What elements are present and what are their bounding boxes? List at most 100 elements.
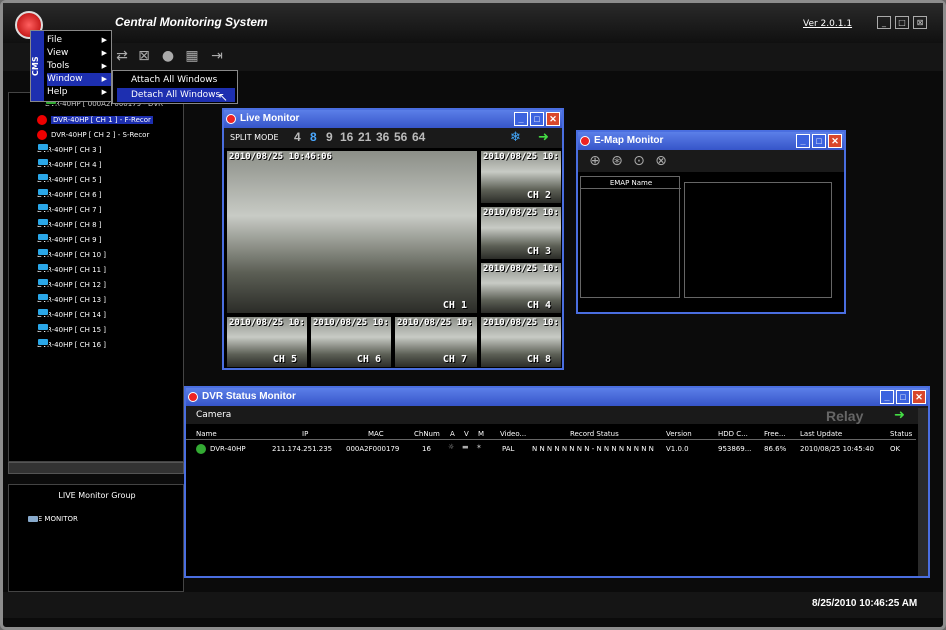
- split-mode-9[interactable]: 9: [326, 130, 333, 144]
- maximize-button[interactable]: □: [895, 16, 909, 29]
- tree-item-ch-8[interactable]: DVR-40HP [ CH 8 ]: [37, 218, 102, 232]
- dvr-status-titlebar[interactable]: DVR Status Monitor _ □ ✕: [186, 388, 928, 406]
- maximize-button[interactable]: □: [530, 112, 544, 126]
- submenu-arrow-icon: ▶: [101, 62, 107, 70]
- live-monitor-titlebar[interactable]: Live Monitor _ □ ✕: [224, 110, 562, 128]
- dvr-vscrollbar[interactable]: [918, 408, 928, 576]
- tree-item-ch-11[interactable]: DVR-40HP [ CH 11 ]: [37, 263, 106, 277]
- exit-icon[interactable]: ⇥: [208, 47, 226, 65]
- minimize-button[interactable]: _: [514, 112, 528, 126]
- split-mode-36[interactable]: 36: [376, 130, 389, 144]
- col-header-ip[interactable]: IP: [302, 430, 308, 438]
- minimize-button[interactable]: _: [796, 134, 810, 148]
- menu-item-file[interactable]: File ▶: [47, 34, 111, 47]
- split-mode-8[interactable]: 8: [310, 130, 317, 144]
- maximize-button[interactable]: □: [812, 134, 826, 148]
- grid-icon[interactable]: ▦: [183, 47, 201, 65]
- tab-camera[interactable]: Camera: [186, 406, 928, 424]
- tree-item-ch-14[interactable]: DVR-40HP [ CH 14 ]: [37, 308, 106, 322]
- camera-view-4[interactable]: 2010/08/25 10: CH 4: [480, 262, 562, 314]
- camera-view-2[interactable]: 2010/08/25 10: CH 2: [480, 150, 562, 204]
- split-mode-64[interactable]: 64: [412, 130, 425, 144]
- tree-item-ch-16[interactable]: DVR-40HP [ CH 16 ]: [37, 338, 106, 352]
- tree-item-ch-12[interactable]: DVR-40HP [ CH 12 ]: [37, 278, 106, 292]
- record-dot-icon[interactable]: ●: [159, 47, 177, 65]
- close-button[interactable]: ✕: [828, 134, 842, 148]
- col-header-hdd-c[interactable]: HDD C...: [718, 430, 748, 438]
- camera-view-6[interactable]: 2010/08/25 10: CH 6: [310, 316, 392, 368]
- camera-icon: [37, 173, 49, 181]
- tree-item-ch-13[interactable]: DVR-40HP [ CH 13 ]: [37, 293, 106, 307]
- col-header-record-status[interactable]: Record Status: [570, 430, 619, 438]
- camera-view-5[interactable]: 2010/08/25 10: CH 5: [226, 316, 308, 368]
- camera-view-7[interactable]: 2010/08/25 10: CH 7: [394, 316, 478, 368]
- tree-item-ch-9[interactable]: DVR-40HP [ CH 9 ]: [37, 233, 102, 247]
- close-button[interactable]: ✕: [912, 390, 926, 404]
- split-mode-56[interactable]: 56: [394, 130, 407, 144]
- dvr-tree[interactable]: DVR-40HP [ 000A2F000179 - DVR DVR-40HP […: [8, 92, 184, 462]
- camera-view-8[interactable]: 2010/08/25 10: CH 8: [480, 316, 562, 368]
- col-header-version[interactable]: Version: [666, 430, 692, 438]
- record-icon: [37, 130, 47, 140]
- split-mode-21[interactable]: 21: [358, 130, 371, 144]
- table-row[interactable]: DVR-40HP 211.174.251.235 000A2F000179 16…: [186, 442, 916, 456]
- menu-item-view[interactable]: View ▶: [47, 47, 111, 60]
- tree-item-ch-2[interactable]: DVR-40HP [ CH 2 ] - S-Recor: [37, 128, 149, 142]
- col-header-video[interactable]: Video...: [500, 430, 526, 438]
- tree-item-ch-15[interactable]: DVR-40HP [ CH 15 ]: [37, 323, 106, 337]
- status-clock: 8/25/2010 10:46:25 AM: [812, 598, 918, 609]
- camera-icon: [37, 188, 49, 196]
- close-button[interactable]: ⊠: [913, 16, 927, 29]
- tree-item-ch-5[interactable]: DVR-40HP [ CH 5 ]: [37, 173, 102, 187]
- version-link[interactable]: Ver 2.0.1.1: [803, 19, 852, 29]
- camera-view-3[interactable]: 2010/08/25 10: CH 3: [480, 206, 562, 260]
- col-header-v[interactable]: V: [464, 430, 469, 438]
- exit-icon[interactable]: ➜: [894, 408, 905, 423]
- emap-monitor-window[interactable]: E-Map Monitor _ □ ✕ ⊕ ⊛ ⊙ ⊗ EMAP Name: [576, 130, 846, 314]
- minimize-button[interactable]: _: [877, 16, 891, 29]
- menu-item-window[interactable]: Window ▶: [47, 73, 111, 86]
- cell-chnum: 16: [422, 445, 431, 453]
- split-mode-16[interactable]: 16: [340, 130, 353, 144]
- tree-item-ch-3[interactable]: DVR-40HP [ CH 3 ]: [37, 143, 102, 157]
- split-mode-4[interactable]: 4: [294, 130, 301, 144]
- live-monitor-window[interactable]: Live Monitor _ □ ✕ SPLIT MODE 4 8 9 16 21 36 5…: [222, 108, 564, 370]
- menu-item-help[interactable]: Help ▶: [47, 86, 111, 99]
- group-item-live-monitor[interactable]: LIVE MONITOR: [27, 515, 78, 523]
- col-header-last-update[interactable]: Last Update: [800, 430, 842, 438]
- connect-icon[interactable]: ⇄: [113, 47, 131, 65]
- camera-icon: [37, 233, 49, 241]
- dvr-status-window[interactable]: DVR Status Monitor _ □ ✕ Camera Relay ➜ …: [184, 386, 930, 578]
- col-header-chnum[interactable]: ChNum: [414, 430, 440, 438]
- maximize-button[interactable]: □: [896, 390, 910, 404]
- camera-view-1[interactable]: 2010/08/25 10:46:06 CH 1: [226, 150, 478, 314]
- emap-titlebar[interactable]: E-Map Monitor _ □ ✕: [578, 132, 844, 150]
- relay-button[interactable]: Relay: [826, 408, 863, 424]
- emap-view[interactable]: [684, 182, 832, 298]
- map-add-icon[interactable]: ⊕: [586, 152, 604, 170]
- menu-item-attach-all-windows[interactable]: Attach All Windows: [117, 73, 235, 87]
- menu-item-tools[interactable]: Tools ▶: [47, 60, 111, 73]
- map-view-icon[interactable]: ⊙: [630, 152, 648, 170]
- col-header-m[interactable]: M: [478, 430, 484, 438]
- close-button[interactable]: ✕: [546, 112, 560, 126]
- minimize-button[interactable]: _: [880, 390, 894, 404]
- tree-item-ch-6[interactable]: DVR-40HP [ CH 6 ]: [37, 188, 102, 202]
- tree-hscrollbar[interactable]: [8, 462, 184, 474]
- col-header-name[interactable]: Name: [196, 430, 217, 438]
- tree-item-ch-10[interactable]: DVR-40HP [ CH 10 ]: [37, 248, 106, 262]
- emap-list[interactable]: EMAP Name: [580, 176, 681, 298]
- col-header-mac[interactable]: MAC: [368, 430, 384, 438]
- tree-item-ch-1[interactable]: DVR-40HP [ CH 1 ] - F-Recor: [37, 113, 153, 127]
- emap-name-header[interactable]: EMAP Name: [581, 177, 681, 189]
- col-header-a[interactable]: A: [450, 430, 455, 438]
- settings-gear-icon[interactable]: ❄: [510, 130, 521, 145]
- disconnect-icon[interactable]: ⊠: [135, 47, 153, 65]
- exit-icon[interactable]: ➜: [538, 130, 549, 145]
- tree-item-ch-7[interactable]: DVR-40HP [ CH 7 ]: [37, 203, 102, 217]
- col-header-free[interactable]: Free...: [764, 430, 786, 438]
- map-edit-icon[interactable]: ⊛: [608, 152, 626, 170]
- tree-item-ch-4[interactable]: DVR-40HP [ CH 4 ]: [37, 158, 102, 172]
- map-delete-icon[interactable]: ⊗: [652, 152, 670, 170]
- col-header-status[interactable]: Status: [890, 430, 912, 438]
